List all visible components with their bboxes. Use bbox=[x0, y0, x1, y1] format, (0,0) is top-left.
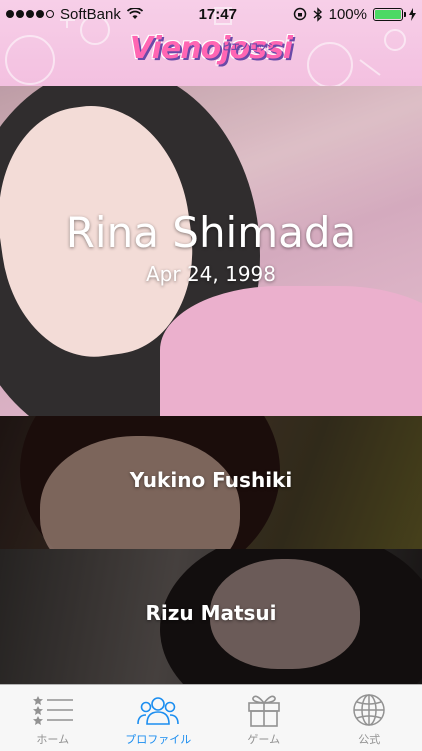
tab-official[interactable]: 公式 bbox=[317, 685, 422, 751]
tab-label: 公式 bbox=[358, 731, 380, 747]
rotation-lock-icon bbox=[293, 7, 307, 21]
bluetooth-icon bbox=[313, 7, 323, 22]
status-bar: SoftBank 17:47 100% bbox=[0, 0, 422, 28]
tab-profile[interactable]: プロファイル bbox=[106, 685, 212, 751]
gift-icon bbox=[246, 691, 282, 727]
profile-row[interactable]: Yukino Fushiki bbox=[0, 416, 422, 549]
list-icon bbox=[33, 693, 73, 727]
profile-name: Rizu Matsui bbox=[0, 601, 422, 625]
battery-percent: 100% bbox=[329, 6, 367, 23]
battery-icon bbox=[373, 8, 403, 21]
tab-label: ゲーム bbox=[247, 731, 280, 747]
app-logo: Vienojossi bbox=[0, 30, 422, 68]
profile-name: Yukino Fushiki bbox=[0, 468, 422, 492]
header: SoftBank 17:47 100% Vienojossi ビエ bbox=[0, 0, 422, 86]
people-icon bbox=[137, 693, 179, 727]
logo-kana: ビエノロッシ bbox=[222, 40, 276, 53]
featured-birthdate: Apr 24, 1998 bbox=[0, 262, 422, 286]
profile-row[interactable]: Rizu Matsui bbox=[0, 549, 422, 684]
wifi-icon bbox=[127, 8, 143, 20]
tab-bar: ホーム プロファイル ゲーム bbox=[0, 684, 422, 751]
tab-game[interactable]: ゲーム bbox=[211, 685, 317, 751]
carrier-label: SoftBank bbox=[60, 6, 121, 23]
status-time: 17:47 bbox=[199, 6, 237, 23]
signal-icon bbox=[6, 10, 54, 18]
charging-icon bbox=[409, 8, 416, 21]
featured-name: Rina Shimada bbox=[0, 208, 422, 257]
tab-label: プロファイル bbox=[125, 731, 191, 747]
tab-home[interactable]: ホーム bbox=[0, 685, 106, 751]
tab-label: ホーム bbox=[36, 731, 69, 747]
featured-profile-card[interactable]: Rina Shimada Apr 24, 1998 bbox=[0, 86, 422, 416]
globe-icon bbox=[352, 693, 386, 727]
